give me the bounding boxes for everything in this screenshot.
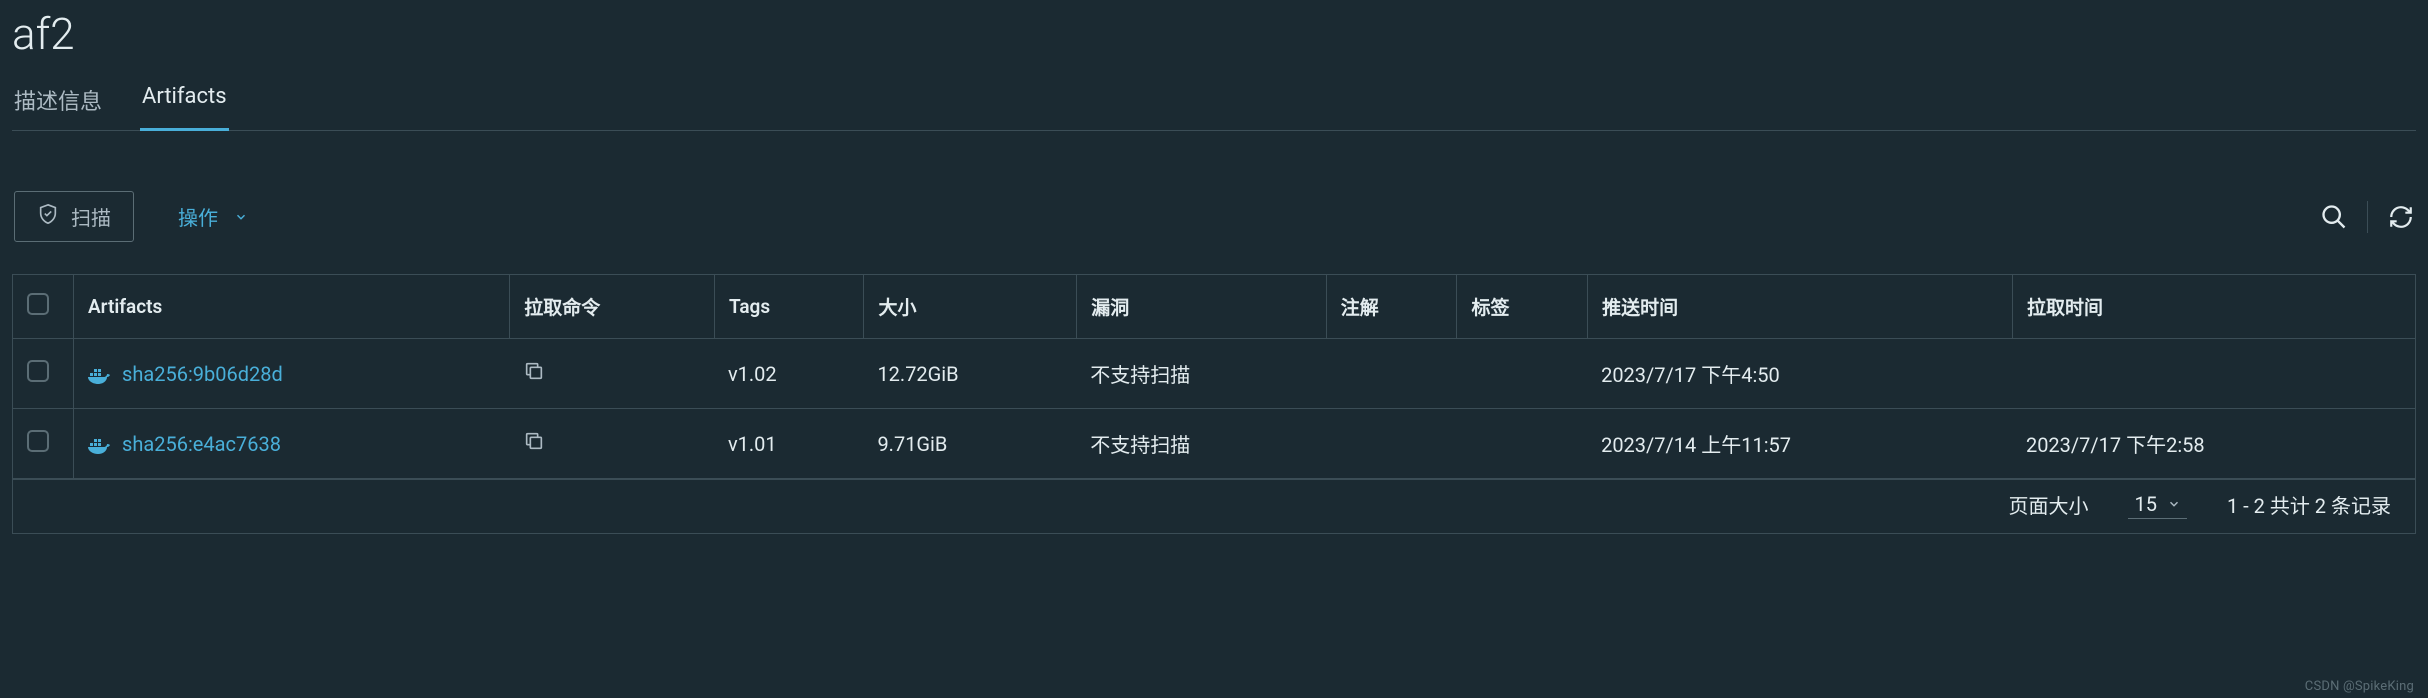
chevron-down-icon [2167,492,2181,516]
docker-icon [88,436,110,452]
select-all-checkbox[interactable] [27,293,49,315]
col-labels: 标签 [1456,275,1587,339]
cell-vuln: 不支持扫描 [1076,409,1326,479]
search-icon[interactable] [2319,202,2349,232]
table-row: sha256:9b06d28d v1.0212.72GiB不支持扫描 2023/7/… [13,339,2415,409]
tab-artifacts[interactable]: Artifacts [140,78,229,130]
ops-dropdown[interactable]: 操作 [178,202,248,231]
table-header-row: Artifacts 拉取命令 Tags 大小 漏洞 注解 标签 推送时间 拉取时… [13,275,2415,339]
docker-icon [88,366,110,382]
row-checkbox[interactable] [27,430,49,452]
cell-size: 12.72GiB [863,339,1076,409]
col-pull: 拉取命令 [509,275,714,339]
cell-vuln: 不支持扫描 [1076,339,1326,409]
cell-size: 9.71GiB [863,409,1076,479]
ops-label: 操作 [178,202,218,231]
chevron-down-icon [234,205,248,229]
shield-check-icon [37,203,59,231]
cell-push: 2023/7/17 下午4:50 [1587,339,2012,409]
col-annot: 注解 [1326,275,1457,339]
page-size-label: 页面大小 [2008,490,2088,519]
page-size-select[interactable]: 15 [2128,490,2186,519]
watermark: CSDN @SpikeKing [2305,679,2414,694]
cell-annot [1326,409,1457,479]
col-tags: Tags [714,275,863,339]
cell-labels [1456,339,1587,409]
copy-icon[interactable] [523,430,545,452]
page-range: 1 - 2 共计 2 条记录 [2227,490,2391,519]
tabs: 描述信息 Artifacts [12,78,2416,131]
cell-push: 2023/7/14 上午11:57 [1587,409,2012,479]
col-artifacts: Artifacts [73,275,509,339]
row-checkbox[interactable] [27,360,49,382]
page-title: af2 [12,12,2416,56]
toolbar: 扫描 操作 [12,191,2416,242]
copy-icon[interactable] [523,360,545,382]
cell-pull [2012,339,2415,409]
table-row: sha256:e4ac7638 v1.019.71GiB不支持扫描 2023/7/1… [13,409,2415,479]
artifacts-table: Artifacts 拉取命令 Tags 大小 漏洞 注解 标签 推送时间 拉取时… [12,274,2416,480]
col-push: 推送时间 [1587,275,2012,339]
divider [2367,201,2368,233]
refresh-icon[interactable] [2386,202,2416,232]
table-footer: 页面大小 15 1 - 2 共计 2 条记录 [12,480,2416,534]
cell-tag: v1.01 [714,409,863,479]
col-pulltime: 拉取时间 [2012,275,2415,339]
col-size: 大小 [863,275,1076,339]
artifact-link[interactable]: sha256:e4ac7638 [122,432,281,456]
scan-button-label: 扫描 [71,202,111,231]
artifact-link[interactable]: sha256:9b06d28d [122,362,283,386]
cell-pull: 2023/7/17 下午2:58 [2012,409,2415,479]
col-vuln: 漏洞 [1076,275,1326,339]
scan-button[interactable]: 扫描 [14,191,134,242]
cell-tag: v1.02 [714,339,863,409]
tab-description[interactable]: 描述信息 [12,78,104,130]
page-size-value: 15 [2134,492,2156,516]
cell-annot [1326,339,1457,409]
cell-labels [1456,409,1587,479]
